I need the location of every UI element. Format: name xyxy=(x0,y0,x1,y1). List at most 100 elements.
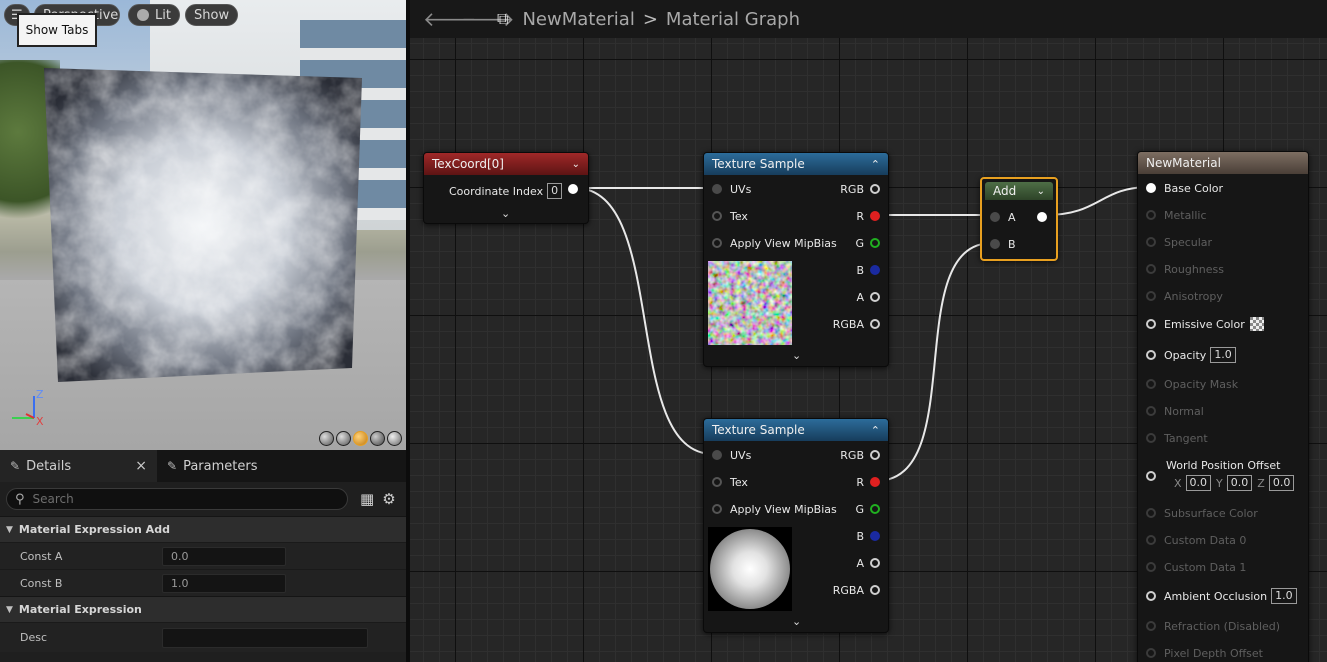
node-header[interactable]: TexCoord[0] ⌄ xyxy=(424,153,588,175)
tab-details[interactable]: ✎ Details × xyxy=(0,450,157,482)
cube-preview-button[interactable] xyxy=(370,431,385,446)
pin-label: B xyxy=(856,263,864,277)
material-graph-canvas[interactable]: 🡐 🡒 ⧉ NewMaterial > Material Graph TexCo… xyxy=(410,0,1327,662)
input-pin-opacity[interactable]: Opacity 1.0 xyxy=(1146,347,1236,363)
pin-icon xyxy=(870,265,880,275)
material-preview-viewport[interactable]: ☰ Perspective Lit Show Show Tabs Z X xyxy=(0,0,406,450)
node-header[interactable]: NewMaterial xyxy=(1138,152,1308,174)
property-name: Const A xyxy=(20,549,63,563)
pin-label: B xyxy=(1008,237,1016,251)
output-pin-icon[interactable] xyxy=(568,184,578,194)
checker-color-swatch[interactable] xyxy=(1249,317,1264,331)
custom-mesh-preview-button[interactable] xyxy=(387,431,402,446)
input-pin-world-position-offset[interactable]: World Position Offset X 0.0 Y 0.0 Z 0.0 xyxy=(1146,457,1306,497)
material-result-node[interactable]: NewMaterial Base Color Metallic Specular… xyxy=(1137,151,1309,662)
pin-icon xyxy=(712,450,722,460)
input-pin-ambient-occlusion[interactable]: Ambient Occlusion 1.0 xyxy=(1146,588,1297,604)
chevron-up-icon[interactable]: ⌃ xyxy=(871,158,880,171)
collapse-chevron-icon[interactable]: ⌄ xyxy=(792,615,801,628)
pin-icon xyxy=(1146,237,1156,247)
sphere-preview-button[interactable] xyxy=(336,431,351,446)
collapse-arrow-icon: ▼ xyxy=(6,604,13,615)
input-pin-tex[interactable]: Tex xyxy=(712,474,748,490)
gear-icon[interactable]: ⚙ xyxy=(382,490,395,508)
pin-label: RGB xyxy=(840,448,864,462)
lit-button[interactable]: Lit xyxy=(128,4,180,26)
input-pin-tex[interactable]: Tex xyxy=(712,208,748,224)
property-name: Desc xyxy=(20,631,48,644)
wpo-z-input[interactable]: 0.0 xyxy=(1268,475,1295,491)
section-material-expression-add[interactable]: ▼ Material Expression Add xyxy=(0,516,406,542)
input-pin-uvs[interactable]: UVs xyxy=(712,447,751,463)
pin-label: Tex xyxy=(730,209,748,223)
plane-preview-button[interactable] xyxy=(353,431,368,446)
output-pin-rgba[interactable]: RGBA xyxy=(833,582,880,598)
pin-icon xyxy=(870,585,880,595)
wpo-x-input[interactable]: 0.0 xyxy=(1185,475,1212,491)
output-pin-r[interactable]: R xyxy=(856,474,880,490)
input-pin-mipbias[interactable]: Apply View MipBias xyxy=(712,501,837,517)
pin-label: UVs xyxy=(730,182,752,196)
wire-add-to-basecolor xyxy=(1045,186,1151,216)
output-pin-rgba[interactable]: RGBA xyxy=(833,316,880,332)
tab-parameters[interactable]: ✎ Parameters xyxy=(157,450,267,482)
section-title: Material Expression xyxy=(18,603,142,616)
pin-label: G xyxy=(855,236,864,250)
show-button[interactable]: Show xyxy=(185,4,239,26)
expand-chevron-icon[interactable]: ⌄ xyxy=(501,207,510,220)
close-tab-icon[interactable]: × xyxy=(135,458,147,474)
chevron-up-icon[interactable]: ⌃ xyxy=(871,424,880,437)
axis-gizmo: Z X xyxy=(12,388,44,428)
input-pin-b[interactable]: B xyxy=(990,236,1016,252)
output-pin-g[interactable]: G xyxy=(855,501,880,517)
chevron-down-icon[interactable]: ⌄ xyxy=(1037,186,1045,197)
wpo-y-input[interactable]: 0.0 xyxy=(1226,475,1253,491)
pin-icon xyxy=(1146,210,1156,220)
output-pin-b[interactable]: B xyxy=(856,262,880,278)
texture-sample-node-1[interactable]: Texture Sample ⌃ UVs Tex Apply View MipB… xyxy=(703,152,889,367)
output-pin-icon[interactable] xyxy=(1037,212,1047,222)
pin-icon xyxy=(1146,621,1156,631)
input-pin-uvs[interactable]: UVs xyxy=(712,181,751,197)
node-header[interactable]: Texture Sample ⌃ xyxy=(704,419,888,441)
collapse-chevron-icon[interactable]: ⌄ xyxy=(792,349,801,362)
pin-icon xyxy=(712,504,722,514)
breadcrumb-asset[interactable]: NewMaterial xyxy=(522,9,634,30)
output-pin-r[interactable]: R xyxy=(856,208,880,224)
output-pin-a[interactable]: A xyxy=(856,289,880,305)
back-arrow-icon[interactable]: 🡐 xyxy=(423,7,477,31)
output-pin-rgb[interactable]: RGB xyxy=(840,447,880,463)
input-pin-emissive-color[interactable]: Emissive Color xyxy=(1146,316,1264,332)
ambient-occlusion-input[interactable]: 1.0 xyxy=(1271,588,1297,604)
coordinate-index-input[interactable]: 0 xyxy=(547,183,563,199)
node-title: Texture Sample xyxy=(712,157,805,171)
opacity-input[interactable]: 1.0 xyxy=(1210,347,1236,363)
output-pin-g[interactable]: G xyxy=(855,235,880,251)
add-node[interactable]: Add ⌄ A B xyxy=(980,177,1058,261)
desc-input[interactable] xyxy=(162,627,368,648)
node-header[interactable]: Texture Sample ⌃ xyxy=(704,153,888,175)
texture-sample-node-2[interactable]: Texture Sample ⌃ UVs Tex Apply View MipB… xyxy=(703,418,889,633)
pin-label: G xyxy=(855,502,864,516)
pin-label: RGB xyxy=(840,182,864,196)
output-pin-rgb[interactable]: RGB xyxy=(840,181,880,197)
input-pin-base-color[interactable]: Base Color xyxy=(1146,180,1223,196)
section-material-expression[interactable]: ▼ Material Expression xyxy=(0,596,406,622)
const-b-input[interactable]: 1.0 xyxy=(162,573,286,593)
forward-arrow-icon[interactable]: 🡒 xyxy=(461,7,515,31)
chevron-down-icon[interactable]: ⌄ xyxy=(572,159,580,170)
property-name: Const B xyxy=(20,576,63,590)
table-view-icon[interactable]: ▦ xyxy=(360,490,374,508)
input-pin-a[interactable]: A xyxy=(990,209,1016,225)
cylinder-preview-button[interactable] xyxy=(319,431,334,446)
output-pin-b[interactable]: B xyxy=(856,528,880,544)
input-pin-mipbias[interactable]: Apply View MipBias xyxy=(712,235,837,251)
pin-icon xyxy=(870,238,880,248)
axis-z-label: Z xyxy=(36,388,44,401)
output-pin-a[interactable]: A xyxy=(856,555,880,571)
pin-label: Emissive Color xyxy=(1164,317,1245,331)
node-header[interactable]: Add ⌄ xyxy=(985,182,1053,200)
texcoord-node[interactable]: TexCoord[0] ⌄ Coordinate Index 0 ⌄ xyxy=(423,152,589,224)
details-search-input[interactable]: ⚲ Search xyxy=(6,488,348,510)
const-a-input[interactable]: 0.0 xyxy=(162,546,286,566)
